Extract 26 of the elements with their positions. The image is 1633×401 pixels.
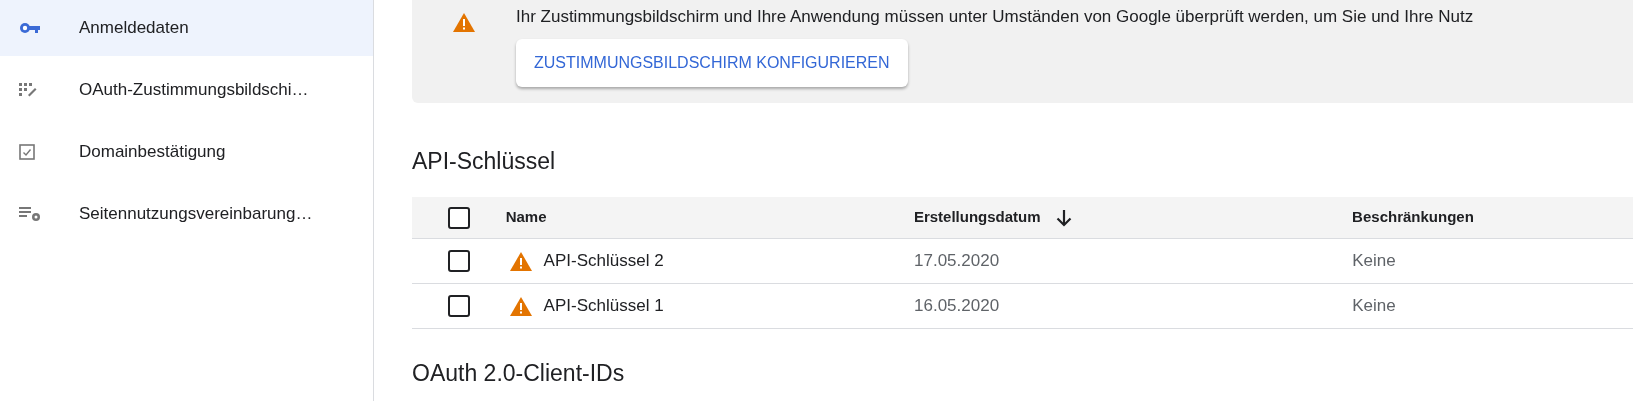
key-name-link[interactable]: API-Schlüssel 2 — [543, 248, 664, 274]
checkbox[interactable] — [447, 295, 470, 317]
section-title: API-Schlüssel — [412, 147, 557, 176]
banner-message: Ihr Zustimmungsbildschirm und Ihre Anwendung müssen unter Umständen von Google überprüft werden, um Sie und Ihre Nutz — [516, 6, 1474, 28]
sidebar-item[interactable]: Seitennutzungsvereinbarung… — [0, 186, 373, 242]
sidebar-item[interactable]: OAuth-Zustimmungsbildschi… — [0, 62, 373, 118]
dotted-pencil-icon — [19, 82, 37, 98]
list-settings-icon — [19, 206, 43, 222]
sort-arrow-icon[interactable] — [1054, 208, 1073, 227]
key-icon — [19, 22, 41, 34]
sidebar-item[interactable]: Anmeldedaten — [0, 0, 373, 56]
table-cell: Keine — [1352, 251, 1396, 271]
warning-icon — [453, 13, 475, 32]
section-title: OAuth 2.0-Client-IDs — [412, 359, 626, 388]
key-name-link[interactable]: API-Schlüssel 1 — [543, 293, 664, 319]
column-header[interactable]: Name — [505, 206, 547, 229]
configure-consent-button[interactable]: ZUSTIMMUNGSBILDSCHIRM KONFIGURIEREN — [516, 39, 908, 87]
checkbox-icon — [19, 144, 35, 160]
table-cell: 16.05.2020 — [914, 296, 1000, 316]
column-header[interactable]: Beschränkungen — [1352, 206, 1474, 229]
table-cell: 17.05.2020 — [914, 251, 1000, 271]
table-cell: Keine — [1352, 296, 1396, 316]
checkbox[interactable] — [447, 206, 470, 229]
column-header[interactable]: Erstellungsdatum — [913, 206, 1041, 229]
checkbox[interactable] — [447, 250, 470, 272]
sidebar-item[interactable]: Domainbestätigung — [0, 124, 373, 180]
